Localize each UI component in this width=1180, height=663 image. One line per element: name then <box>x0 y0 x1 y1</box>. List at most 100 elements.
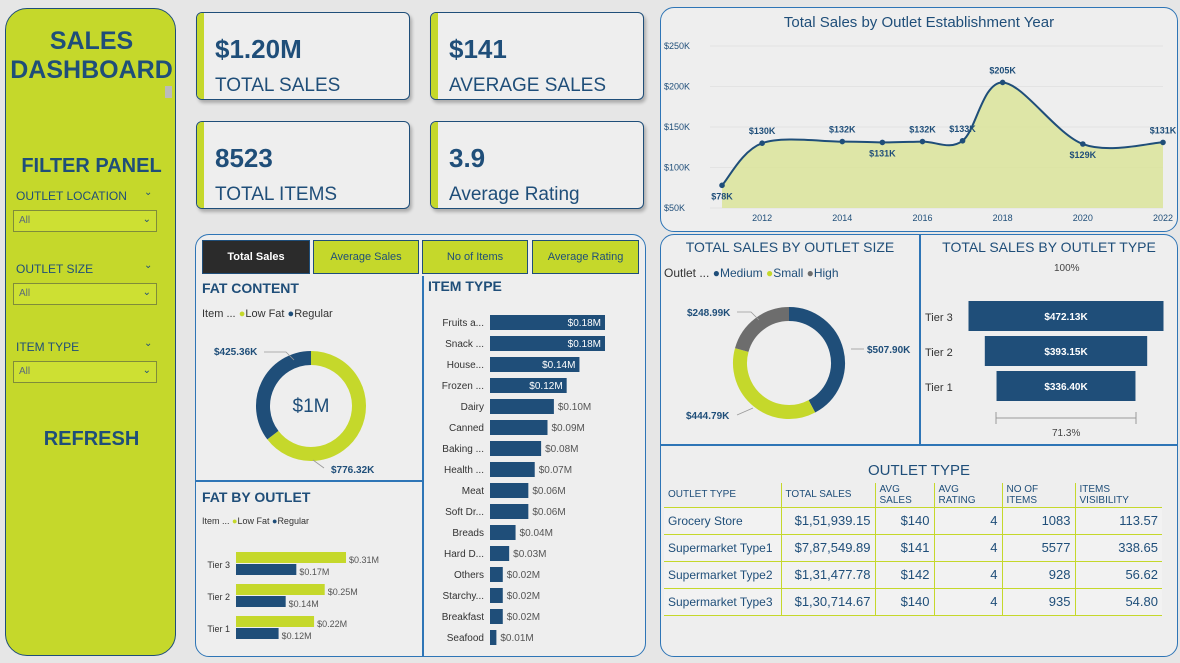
outlet-size-value: All <box>19 288 31 299</box>
item-type-category-label: Meat <box>462 486 484 497</box>
line-data-label: $133K <box>949 124 976 134</box>
kpi-card-average-sales: $141 AVERAGE SALES <box>430 12 644 100</box>
tab-no-of-items[interactable]: No of Items <box>422 240 528 274</box>
fat-outlet-bar-regular <box>236 628 279 639</box>
kpi-accent-bar <box>197 122 204 208</box>
table-cell: 338.65 <box>1075 534 1162 562</box>
funnel-data-label: $393.15K <box>1044 347 1088 358</box>
item-type-bar <box>490 630 497 645</box>
item-type-bar <box>490 399 554 414</box>
column-header[interactable]: OUTLET TYPE <box>664 483 782 508</box>
item-type-bar <box>490 609 503 624</box>
chevron-down-icon[interactable]: ⌄ <box>144 187 152 198</box>
column-header[interactable]: ITEMS VISIBILITY <box>1075 483 1162 508</box>
data-label-low-fat: $776.32K <box>331 465 375 476</box>
item-type-category-label: Breakfast <box>442 612 484 623</box>
item-type-category-label: Seafood <box>447 633 484 644</box>
column-header[interactable]: NO OF ITEMS <box>1002 483 1076 508</box>
tab-total-sales[interactable]: Total Sales <box>202 240 310 274</box>
line-point <box>1080 141 1086 147</box>
item-type-bar <box>490 441 542 456</box>
column-header[interactable]: AVG SALES <box>875 483 935 508</box>
kpi-accent-bar <box>431 13 438 99</box>
line-point <box>839 138 846 145</box>
dashboard-title-line2: DASHBOARD <box>10 56 173 84</box>
x-tick-label: 2022 <box>1153 213 1173 223</box>
legend-item-medium: Medium <box>719 266 763 280</box>
legend-title: Outlet ... <box>664 266 710 280</box>
item-type-category-label: Others <box>454 570 484 581</box>
item-type-data-label: $0.02M <box>507 570 540 581</box>
tab-average-rating[interactable]: Average Rating <box>532 240 639 274</box>
y-tick-label: $100K <box>664 163 690 173</box>
fat-outlet-category-label: Tier 2 <box>207 592 230 602</box>
item-type-data-label: $0.07M <box>539 465 572 476</box>
donut-center-label: $1M <box>293 396 330 417</box>
data-label-medium: $507.90K <box>867 345 911 356</box>
legend-item-low-fat: Low Fat <box>237 516 270 526</box>
line-data-label: $78K <box>711 191 733 201</box>
item-type-bar <box>490 483 529 498</box>
table-cell: 4 <box>934 588 1003 616</box>
kpi-accent-bar <box>197 13 204 99</box>
table-cell: Supermarket Type1 <box>664 534 782 562</box>
kpi-accent-bar <box>431 122 438 208</box>
item-type-data-label: $0.03M <box>513 549 546 560</box>
column-header[interactable]: AVG RATING <box>934 483 1003 508</box>
fat-outlet-bar-regular <box>236 564 297 575</box>
outlet-table-container: OUTLET TYPE TOTAL SALES AVG SALES AVG RA… <box>664 483 1162 616</box>
legend-item-low-fat: Low Fat <box>245 308 285 320</box>
fat-content-title: FAT CONTENT <box>202 280 299 296</box>
legend-item-regular: Regular <box>294 308 333 320</box>
panel-divider-horizontal <box>196 480 422 482</box>
item-type-bar <box>490 420 548 435</box>
item-type-title: ITEM TYPE <box>428 278 502 294</box>
line-data-label: $131K <box>1150 125 1176 135</box>
x-tick-label: 2018 <box>993 213 1013 223</box>
x-tick-label: 2012 <box>752 213 772 223</box>
chevron-down-icon[interactable]: ⌄ <box>144 338 152 349</box>
line-chart-title: Total Sales by Outlet Establishment Year <box>783 14 1055 31</box>
refresh-button[interactable]: REFRESH <box>6 428 177 451</box>
kpi-card-total-sales: $1.20M TOTAL SALES <box>196 12 410 100</box>
data-label-small: $444.79K <box>686 411 730 422</box>
item-type-category-label: Soft Dr... <box>445 507 484 518</box>
scrollbar-thumb[interactable] <box>165 86 172 98</box>
funnel-category-label: Tier 3 <box>925 312 953 324</box>
fat-outlet-category-label: Tier 1 <box>207 624 230 634</box>
table-cell: 4 <box>934 507 1003 535</box>
table-cell: 928 <box>1002 561 1076 589</box>
table-cell: 4 <box>934 561 1003 589</box>
filter-label-outlet-location: OUTLET LOCATION <box>16 189 127 203</box>
legend-item-regular: Regular <box>277 516 309 526</box>
outlet-table-title: OUTLET TYPE <box>868 462 970 479</box>
funnel-category-label: Tier 1 <box>925 382 953 394</box>
funnel-bottom-percent: 71.3% <box>1052 428 1081 439</box>
item-type-category-label: Health ... <box>444 465 484 476</box>
item-type-category-label: Baking ... <box>442 444 484 455</box>
kpi-card-average-rating: 3.9 Average Rating <box>430 121 644 209</box>
outlet-size-select[interactable]: All ⌄ <box>13 283 157 305</box>
outlet-type-table: OUTLET TYPE TOTAL SALES AVG SALES AVG RA… <box>664 483 1162 616</box>
kpi-card-total-items: 8523 TOTAL ITEMS <box>196 121 410 209</box>
table-cell: $140 <box>875 507 935 535</box>
item-type-bar <box>490 567 503 582</box>
chevron-down-icon[interactable]: ⌄ <box>144 260 152 271</box>
x-tick-label: 2020 <box>1073 213 1093 223</box>
establishment-year-line-chart: $250K $200K $150K $100K $50K 2012 2014 2016 2018… <box>664 41 1176 223</box>
data-label-regular: $425.36K <box>214 347 258 358</box>
item-type-data-label: $0.09M <box>552 423 585 434</box>
chevron-down-icon: ⌄ <box>142 214 151 225</box>
table-cell: Supermarket Type2 <box>664 561 782 589</box>
column-header[interactable]: TOTAL SALES <box>781 483 876 508</box>
funnel-data-label: $472.13K <box>1044 312 1088 323</box>
item-type-select[interactable]: All ⌄ <box>13 361 157 383</box>
y-tick-label: $200K <box>664 82 690 92</box>
kpi-value: 8523 <box>215 143 273 173</box>
filter-label-item-type: ITEM TYPE <box>16 340 80 354</box>
table-cell: 4 <box>934 534 1003 562</box>
outlet-location-select[interactable]: All ⌄ <box>13 210 157 232</box>
kpi-value: 3.9 <box>449 143 486 173</box>
tab-average-sales[interactable]: Average Sales <box>313 240 419 274</box>
table-cell: Grocery Store <box>664 507 782 535</box>
